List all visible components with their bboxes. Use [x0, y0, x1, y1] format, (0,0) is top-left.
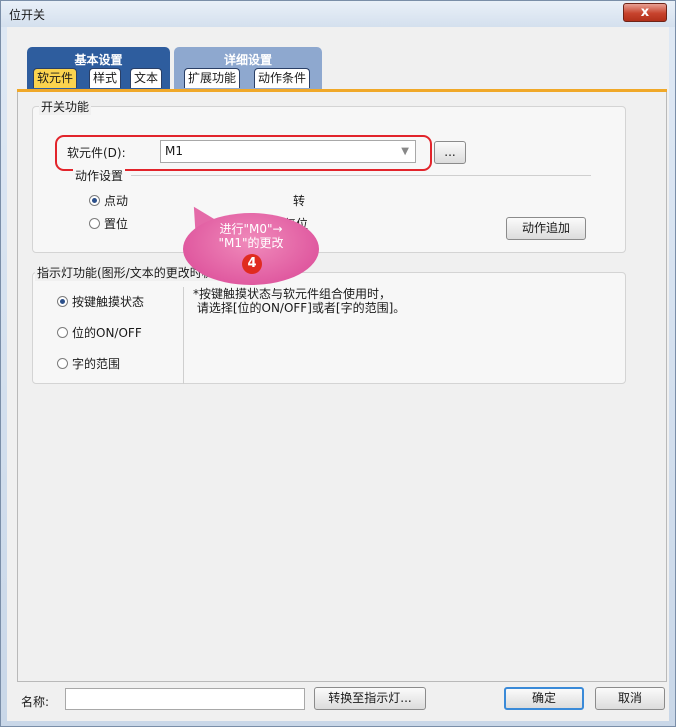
radio-dot-icon[interactable] [57, 296, 68, 307]
radio-momentary[interactable]: 点动 [89, 192, 128, 209]
annotation-callout: 进行"M0"→ "M1"的更改 4 [183, 213, 319, 285]
add-action-button[interactable]: 动作追加 [506, 217, 586, 240]
ok-button[interactable]: 确定 [504, 687, 584, 710]
indicator-note: *按键触摸状态与软元件组合使用时， 请选择[位的ON/OFF]或者[字的范围]。 [193, 287, 406, 315]
annotation-text: 进行"M0"→ "M1"的更改 [218, 222, 284, 250]
radio-key-touch-label: 按键触摸状态 [72, 295, 145, 309]
tab-group-detail-title: 详细设置 [223, 53, 272, 67]
radio-momentary-label: 点动 [104, 194, 129, 208]
tab-style[interactable]: 样式 [89, 68, 122, 88]
name-input[interactable] [65, 688, 305, 710]
tab-extended-functions[interactable]: 扩展功能 [184, 68, 241, 88]
switch-function-group: 开关功能 软元件(D): M1 ▼ ... 动作设置 点动 置位 转 复位 [32, 98, 626, 253]
radio-bit-label: 位的ON/OFF [72, 326, 142, 340]
tab-content-panel: 开关功能 软元件(D): M1 ▼ ... 动作设置 点动 置位 转 复位 [17, 92, 667, 682]
indicator-function-group: 指示灯功能(图形/文本的更改时机) 按键触摸状态 位的ON/OFF 字的范围 *… [32, 264, 626, 384]
device-label: 软元件(D): [67, 146, 126, 160]
tab-group-detail-settings: 详细设置 扩展功能 动作条件 [174, 47, 322, 90]
radio-set[interactable]: 置位 [89, 215, 128, 232]
title-bar[interactable]: 位开关 x [1, 1, 675, 27]
window-title: 位开关 [9, 8, 46, 22]
cancel-button[interactable]: 取消 [595, 687, 665, 710]
convert-to-indicator-button[interactable]: 转换至指示灯... [314, 687, 426, 710]
device-value: M1 [165, 144, 183, 158]
radio-dot-icon[interactable] [57, 358, 68, 369]
radio-key-touch-state[interactable]: 按键触摸状态 [57, 293, 144, 310]
tab-group-basic-settings: 基本设置 软元件 样式 文本 [27, 47, 170, 90]
radio-word-label: 字的范围 [72, 357, 121, 371]
radio-word-range[interactable]: 字的范围 [57, 355, 120, 372]
device-browse-button[interactable]: ... [434, 141, 466, 164]
annotation-step-badge: 4 [242, 254, 262, 274]
chevron-down-icon[interactable]: ▼ [401, 141, 409, 162]
radio-dot-icon[interactable] [89, 218, 100, 229]
tab-group-basic-title: 基本设置 [74, 53, 123, 67]
tab-device[interactable]: 软元件 [33, 68, 78, 88]
close-button[interactable]: x [623, 3, 667, 22]
radio-bit-on-off[interactable]: 位的ON/OFF [57, 324, 142, 341]
radio-dot-icon[interactable] [57, 327, 68, 338]
switch-function-label: 开关功能 [39, 98, 92, 115]
name-label: 名称: [21, 695, 50, 709]
dialog-client: 基本设置 软元件 样式 文本 详细设置 扩展功能 动作条件 开关功能 软元件(D… [7, 27, 669, 721]
dialog-window: 位开关 x 基本设置 软元件 样式 文本 详细设置 扩展功能 动作条件 开关功能… [0, 0, 676, 727]
radio-alternate-partial-label: 转 [293, 194, 306, 208]
action-settings-label: 动作设置 [73, 167, 126, 184]
device-combobox[interactable]: M1 ▼ [160, 140, 416, 163]
action-settings-divider [131, 175, 591, 176]
tab-action-conditions[interactable]: 动作条件 [254, 68, 311, 88]
radio-set-label: 置位 [104, 217, 129, 231]
tab-text[interactable]: 文本 [130, 68, 163, 88]
radio-dot-icon[interactable] [89, 195, 100, 206]
indicator-divider [183, 287, 184, 384]
